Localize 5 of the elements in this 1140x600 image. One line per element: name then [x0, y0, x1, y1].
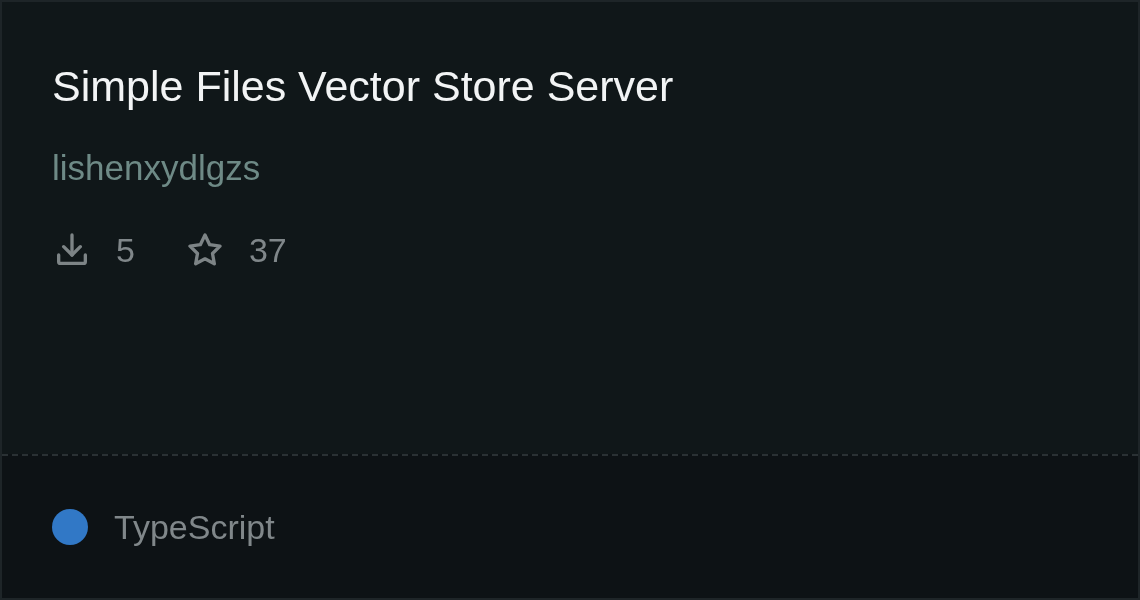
download-count: 5: [116, 230, 135, 270]
star-count: 37: [248, 230, 287, 270]
author-name: lishenxydlgzs: [52, 148, 262, 188]
server-title: Simple Files Vector Store Server: [52, 61, 675, 112]
language-name: TypeScript: [114, 507, 275, 547]
